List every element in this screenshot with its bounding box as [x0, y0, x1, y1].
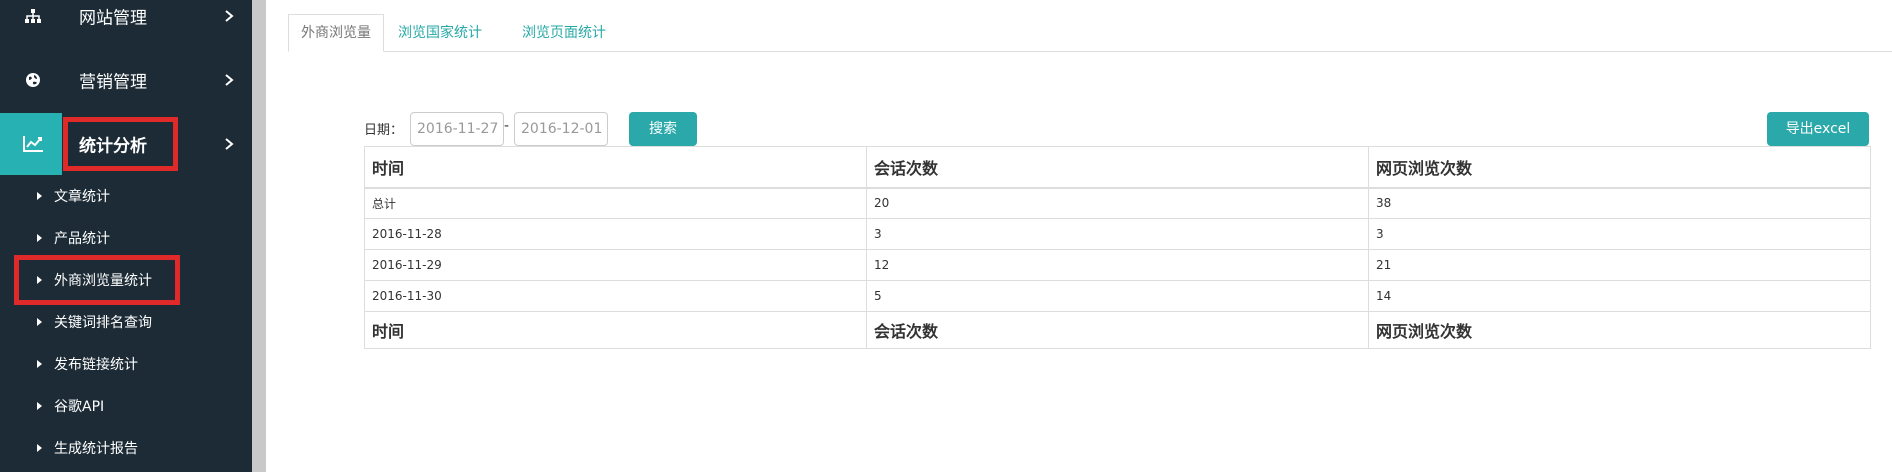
column-footer-sessions: 会话次数 — [866, 311, 1369, 349]
visitor-stats-table: 时间 会话次数 网页浏览次数 总计 20 38 2016-11-28 3 3 2… — [364, 146, 1871, 349]
caret-right-icon — [37, 402, 42, 410]
submenu-label: 产品统计 — [54, 231, 110, 247]
tab-page-stats[interactable]: 浏览页面统计 — [510, 14, 618, 52]
table-cell: 2016-11-29 — [364, 249, 867, 281]
end-date-input[interactable]: 2016-12-01 — [514, 112, 608, 146]
search-button[interactable]: 搜索 — [629, 112, 697, 146]
table-cell: 21 — [1368, 249, 1871, 281]
menu-label: 网站管理 — [79, 8, 147, 29]
submenu-label: 生成统计报告 — [54, 441, 138, 457]
highlight-box-statistics — [63, 117, 178, 171]
chevron-right-icon — [222, 73, 236, 87]
tab-country-stats[interactable]: 浏览国家统计 — [386, 14, 494, 52]
globe-icon — [22, 69, 44, 91]
caret-right-icon — [37, 234, 42, 242]
table-cell: 2016-11-28 — [364, 218, 867, 250]
table-cell: 3 — [866, 218, 1369, 250]
table-row: 总计 20 38 — [364, 187, 1871, 219]
column-header-time: 时间 — [364, 146, 867, 189]
table-cell: 3 — [1368, 218, 1871, 250]
table-cell: 5 — [866, 280, 1369, 312]
sidebar: 网站管理 营销管理 统计分析 文章统计 产品统计 外商浏览量统计 关键词排名查询… — [0, 0, 252, 472]
submenu-label: 发布链接统计 — [54, 357, 138, 373]
table-header-row: 时间 会话次数 网页浏览次数 — [364, 146, 1871, 189]
table-cell: 总计 — [364, 187, 867, 219]
table-row: 2016-11-28 3 3 — [364, 218, 1871, 250]
menu-website-management[interactable]: 网站管理 — [0, 0, 252, 47]
menu-label: 营销管理 — [79, 72, 147, 93]
column-header-sessions: 会话次数 — [866, 146, 1369, 189]
submenu-label: 文章统计 — [54, 189, 110, 205]
submenu-label: 关键词排名查询 — [54, 315, 152, 331]
highlight-box-foreign-visitor — [14, 255, 180, 305]
sidebar-scrollbar[interactable] — [252, 0, 266, 472]
table-cell: 2016-11-30 — [364, 280, 867, 312]
caret-right-icon — [37, 318, 42, 326]
sitemap-icon — [22, 5, 44, 27]
caret-right-icon — [37, 192, 42, 200]
chevron-right-icon — [222, 137, 236, 151]
tab-foreign-views[interactable]: 外商浏览量 — [288, 14, 384, 52]
table-row: 2016-11-30 5 14 — [364, 280, 1871, 312]
date-separator: - — [504, 118, 510, 134]
column-header-pageviews: 网页浏览次数 — [1368, 146, 1871, 189]
submenu-label: 谷歌API — [54, 399, 105, 415]
submenu-keyword-ranking[interactable]: 关键词排名查询 — [0, 301, 252, 343]
export-excel-button[interactable]: 导出excel — [1767, 112, 1869, 146]
submenu-generate-report[interactable]: 生成统计报告 — [0, 427, 252, 469]
table-row: 2016-11-29 12 21 — [364, 249, 1871, 281]
submenu-article-stats[interactable]: 文章统计 — [0, 175, 252, 217]
caret-right-icon — [37, 360, 42, 368]
start-date-input[interactable]: 2016-11-27 — [410, 112, 504, 146]
statistics-submenu: 文章统计 产品统计 外商浏览量统计 关键词排名查询 发布链接统计 谷歌API 生… — [0, 175, 252, 472]
chevron-right-icon — [222, 9, 236, 23]
date-label: 日期： — [364, 123, 404, 138]
table-cell: 38 — [1368, 187, 1871, 219]
submenu-google-api[interactable]: 谷歌API — [0, 385, 252, 427]
column-footer-pageviews: 网页浏览次数 — [1368, 311, 1871, 349]
submenu-published-links[interactable]: 发布链接统计 — [0, 343, 252, 385]
caret-right-icon — [37, 444, 42, 452]
column-footer-time: 时间 — [364, 311, 867, 349]
table-cell: 14 — [1368, 280, 1871, 312]
table-footer-row: 时间 会话次数 网页浏览次数 — [364, 311, 1871, 349]
submenu-product-stats[interactable]: 产品统计 — [0, 217, 252, 259]
main-content: 外商浏览量 浏览国家统计 浏览页面统计 日期： 2016-11-27 - 201… — [266, 0, 1892, 472]
table-cell: 20 — [866, 187, 1369, 219]
table-cell: 12 — [866, 249, 1369, 281]
menu-marketing-management[interactable]: 营销管理 — [0, 49, 252, 111]
line-chart-icon — [22, 133, 44, 155]
